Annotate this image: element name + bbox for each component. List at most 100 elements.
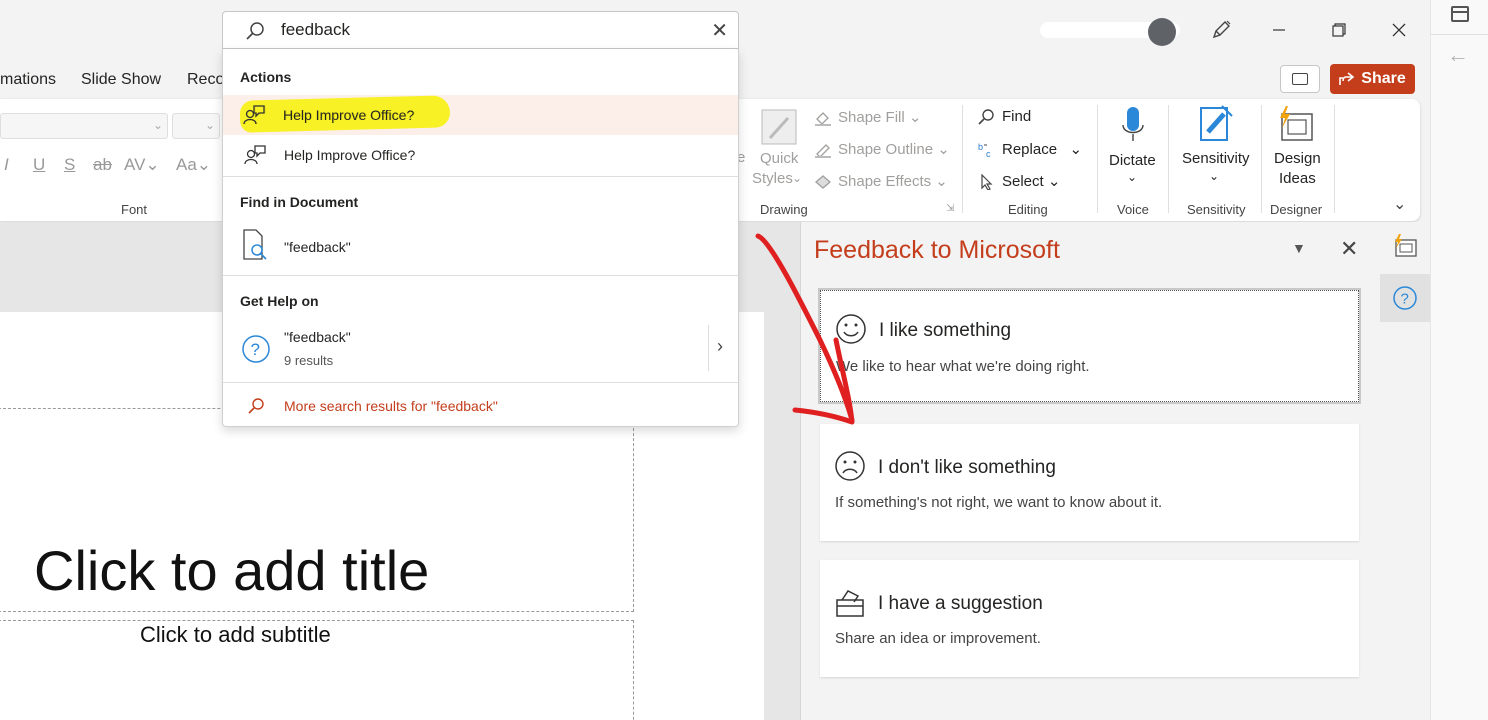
quick-styles-label-2[interactable]: Styles: [752, 170, 793, 187]
divider: [708, 325, 709, 371]
avatar[interactable]: [1148, 18, 1176, 46]
share-icon: [1339, 72, 1355, 85]
select-label: Select: [1002, 173, 1044, 190]
close-icon[interactable]: [1382, 14, 1416, 46]
design-ideas-label-2[interactable]: Ideas: [1279, 170, 1316, 187]
share-button[interactable]: Share: [1330, 64, 1415, 94]
frown-icon: [834, 450, 866, 482]
sensitivity-button-label[interactable]: Sensitivity: [1182, 150, 1250, 167]
slide-subtitle-placeholder[interactable]: Click to add subtitle: [140, 622, 331, 648]
section-heading-find-in-document: Find in Document: [240, 194, 359, 210]
more-results-label: More search results for "feedback": [284, 398, 498, 414]
character-spacing-icon[interactable]: AV⌄: [124, 155, 160, 175]
italic-icon[interactable]: I: [4, 155, 9, 175]
svg-text:c: c: [986, 149, 991, 158]
find-in-document-result[interactable]: "feedback": [223, 225, 738, 269]
group-label-sensitivity: Sensitivity: [1187, 202, 1246, 217]
group-divider: [1334, 105, 1335, 213]
pane-title: Feedback to Microsoft: [814, 236, 1060, 264]
design-ideas-label-1[interactable]: Design: [1274, 150, 1321, 167]
font-name-dropdown[interactable]: ⌄: [0, 113, 168, 139]
divider: [223, 275, 738, 276]
tab-slide-show[interactable]: Slide Show: [81, 71, 161, 89]
strikethrough-icon[interactable]: ab: [93, 155, 112, 175]
search-icon: [978, 109, 994, 125]
search-box[interactable]: ✕: [222, 11, 739, 49]
replace-icon: bc: [978, 142, 991, 158]
card-description: Share an idea or improvement.: [835, 630, 1041, 647]
replace-button[interactable]: b c Replace ⌄: [978, 140, 1082, 158]
help-question-icon: ?: [242, 335, 270, 363]
suggestion-box-icon: [834, 586, 866, 618]
pen-outline-icon: [815, 144, 831, 159]
chevron-down-icon: ⌄: [792, 171, 803, 185]
restore-icon[interactable]: [1322, 14, 1356, 46]
account-area[interactable]: Bi: [1040, 14, 1180, 46]
section-heading-actions: Actions: [240, 69, 292, 85]
change-case-icon[interactable]: Aa⌄: [176, 155, 211, 175]
chevron-down-icon[interactable]: ⌄: [1127, 170, 1137, 184]
find-result-label: "feedback": [284, 239, 351, 255]
svg-text:?: ?: [1401, 291, 1409, 308]
minimize-icon[interactable]: [1262, 14, 1296, 46]
design-ideas-icon[interactable]: [1276, 104, 1316, 144]
font-size-dropdown[interactable]: ⌄: [172, 113, 220, 139]
action-label: Help Improve Office?: [284, 147, 416, 163]
microphone-icon[interactable]: [1120, 105, 1146, 145]
underline-icon[interactable]: U: [33, 155, 45, 175]
tab-animations[interactable]: mations: [0, 71, 56, 89]
document-search-icon: [243, 229, 267, 260]
quick-styles-icon[interactable]: [760, 108, 798, 146]
help-result-title: "feedback": [284, 329, 351, 345]
more-search-results-link[interactable]: More search results for "feedback": [223, 386, 738, 426]
clear-search-icon[interactable]: ✕: [711, 18, 728, 43]
shadow-icon[interactable]: S: [64, 155, 75, 175]
feedback-card-like[interactable]: I like something We like to hear what we…: [818, 288, 1361, 404]
svg-text:?: ?: [251, 340, 260, 359]
select-button[interactable]: Select ⌄: [978, 172, 1060, 191]
search-input[interactable]: [281, 18, 681, 42]
pen-icon[interactable]: [1204, 14, 1238, 46]
paint-bucket-icon: [815, 112, 831, 127]
chevron-down-icon[interactable]: ⌄: [1209, 169, 1219, 183]
group-divider: [1168, 105, 1169, 213]
action-help-improve-office[interactable]: Help Improve Office?: [223, 135, 738, 175]
close-icon[interactable]: ✕: [1340, 236, 1358, 262]
chevron-down-icon: ⌄: [204, 118, 215, 132]
shape-effects-button[interactable]: Shape Effects ⌄: [814, 172, 948, 190]
tab-record[interactable]: Reco: [187, 71, 224, 89]
group-label-font: Font: [121, 202, 148, 217]
comments-button[interactable]: [1280, 65, 1320, 93]
card-description: If something's not right, we want to kno…: [835, 494, 1163, 511]
collapse-ribbon-icon[interactable]: ⌄: [1393, 194, 1406, 214]
slide-title-placeholder[interactable]: Click to add title: [34, 538, 429, 603]
feedback-card-suggestion[interactable]: I have a suggestion Share an idea or imp…: [820, 560, 1359, 677]
feedback-card-dislike[interactable]: I don't like something If something's no…: [820, 424, 1359, 541]
shape-fill-button[interactable]: Shape Fill ⌄: [814, 108, 921, 127]
help-rail-icon[interactable]: ?: [1380, 274, 1430, 322]
quick-styles-label-1[interactable]: Quick: [760, 150, 798, 167]
chevron-down-icon: ⌄: [152, 118, 163, 132]
back-arrow-icon[interactable]: ←: [1447, 42, 1469, 68]
feedback-person-icon: [243, 105, 265, 125]
find-button[interactable]: Find: [978, 108, 1031, 125]
card-title: I like something: [879, 320, 1012, 341]
divider: [223, 176, 738, 177]
replace-label: Replace: [1002, 141, 1058, 158]
group-label-designer: Designer: [1270, 202, 1323, 217]
search-icon: [248, 398, 264, 414]
browser-side-strip: ←: [1430, 0, 1488, 720]
window-icon[interactable]: [1451, 6, 1469, 22]
comment-icon: [1292, 73, 1308, 85]
dialog-launcher-icon[interactable]: ⇲: [946, 203, 954, 214]
designer-rail-icon[interactable]: [1380, 222, 1430, 270]
sensitivity-icon[interactable]: [1198, 104, 1236, 144]
chevron-right-icon[interactable]: ›: [717, 336, 723, 357]
dictate-label[interactable]: Dictate: [1109, 152, 1156, 169]
share-label: Share: [1361, 70, 1406, 87]
card-title: I don't like something: [878, 457, 1056, 478]
help-result[interactable]: ? "feedback" 9 results ›: [223, 321, 738, 375]
pane-options-icon[interactable]: ▼: [1292, 240, 1306, 256]
shape-outline-button[interactable]: Shape Outline ⌄: [814, 140, 950, 159]
divider: [1431, 34, 1488, 35]
